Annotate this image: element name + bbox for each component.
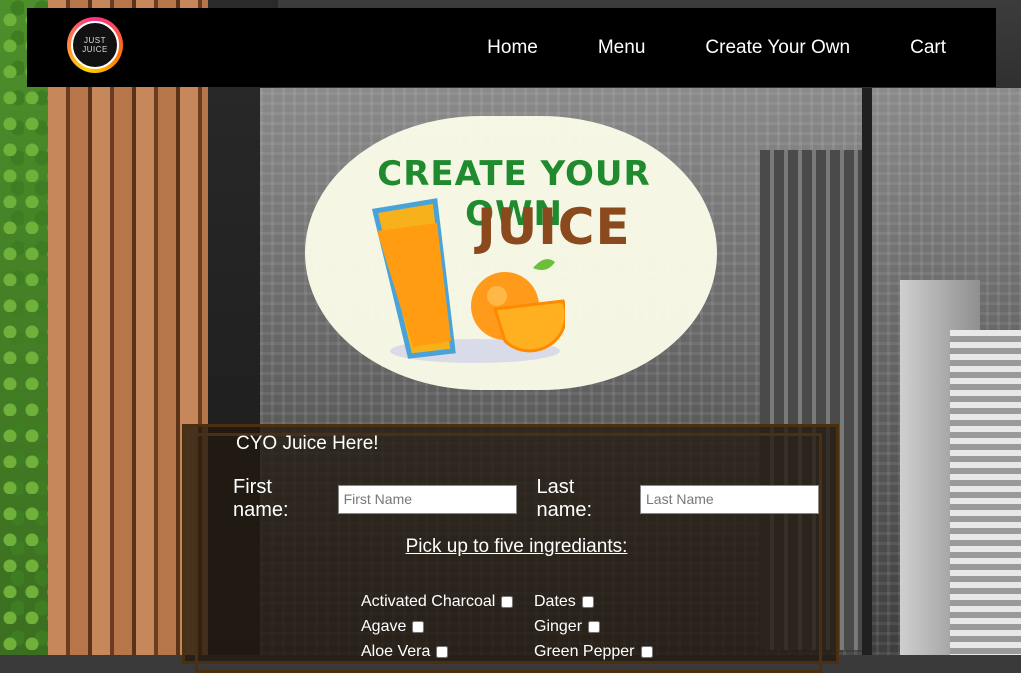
just-juice-logo[interactable]: JUST JUICE [67, 17, 123, 73]
ingredient-checkbox[interactable] [501, 595, 514, 608]
nav-link-create-your-own[interactable]: Create Your Own [705, 37, 850, 59]
ingredients-heading: Pick up to five ingrediants: [405, 536, 628, 557]
logo-badge: JUST JUICE [71, 21, 119, 69]
ingredients-column-left: Activated Charcoal Agave Aloe Vera [361, 589, 514, 664]
ingredient-checkbox[interactable] [640, 645, 653, 658]
name-row: First name: Last name: [233, 476, 819, 522]
nav-link-home[interactable]: Home [487, 37, 538, 59]
cyo-juice-form: CYO Juice Here! First name: Last name: P… [182, 424, 839, 673]
form-fieldset: CYO Juice Here! First name: Last name: P… [195, 433, 822, 673]
ingredient-label: Dates [534, 592, 576, 610]
ingredient-checkbox[interactable] [436, 645, 449, 658]
juice-glass-illustration [371, 198, 565, 363]
ingredient-dates[interactable]: Dates [534, 589, 653, 614]
ingredient-activated-charcoal[interactable]: Activated Charcoal [361, 589, 514, 614]
plant-wall [0, 0, 48, 655]
hero-banner: CREATE YOUR OWN JUICE [305, 116, 717, 390]
ingredient-label: Green Pepper [534, 642, 635, 660]
window-frame [862, 88, 872, 655]
last-name-label: Last name: [536, 476, 593, 521]
top-navbar: JUST JUICE Home Menu Create Your Own Car… [27, 8, 996, 87]
form-legend: CYO Juice Here! [236, 433, 379, 454]
last-name-input[interactable] [640, 484, 819, 514]
first-name-input[interactable] [337, 484, 517, 514]
building [950, 330, 1021, 655]
ingredient-checkbox[interactable] [588, 620, 601, 633]
ingredient-checkbox[interactable] [412, 620, 425, 633]
ingredient-label: Ginger [534, 617, 583, 635]
ingredient-ginger[interactable]: Ginger [534, 614, 653, 639]
nav-link-cart[interactable]: Cart [910, 37, 946, 59]
first-name-label: First name: [233, 476, 289, 521]
ingredient-checkbox[interactable] [581, 595, 594, 608]
ingredient-label: Agave [361, 617, 407, 635]
ingredient-agave[interactable]: Agave [361, 614, 513, 639]
ingredient-aloe-vera[interactable]: Aloe Vera [361, 639, 513, 664]
nav-links: Home Menu Create Your Own Cart [427, 8, 946, 87]
ingredient-label: Aloe Vera [361, 642, 431, 660]
logo-text: JUST JUICE [82, 36, 108, 54]
ingredient-label: Activated Charcoal [361, 592, 496, 610]
ingredients-column-right: Dates Ginger Green Pepper [534, 589, 653, 664]
nav-link-menu[interactable]: Menu [598, 37, 646, 59]
ingredient-green-pepper[interactable]: Green Pepper [534, 639, 653, 664]
